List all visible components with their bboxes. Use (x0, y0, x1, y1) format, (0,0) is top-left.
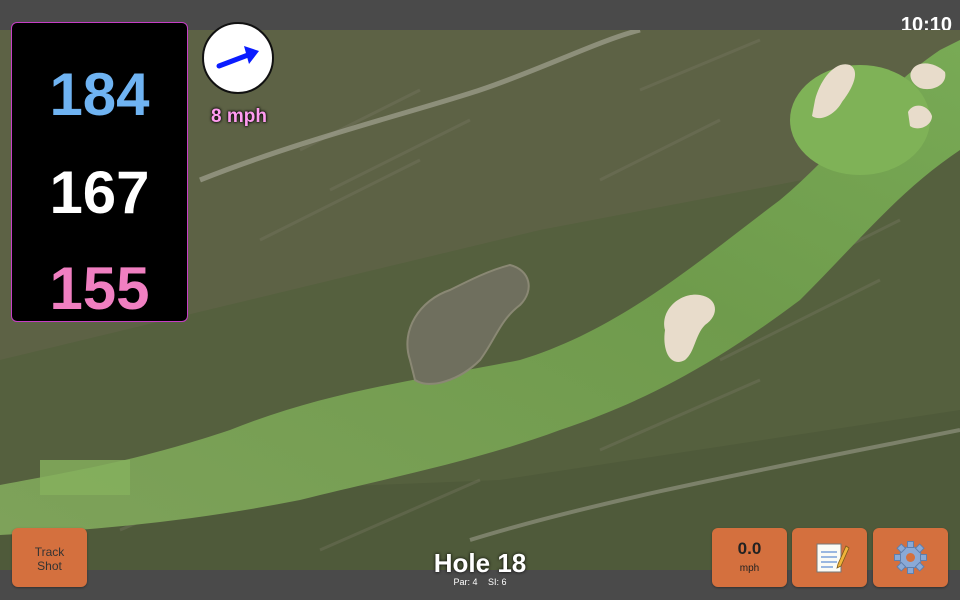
speed-value: 0.0 (737, 539, 762, 558)
hole-par: Par: 4 (453, 577, 478, 587)
hole-title: Hole 18 (433, 548, 527, 578)
gear-icon (894, 541, 927, 574)
back-of-green-distance: 184 (49, 61, 150, 128)
track-shot-label-line1: Track (34, 545, 65, 559)
track-shot-label-line2: Shot (37, 559, 62, 573)
front-of-green-distance: 155 (49, 255, 150, 322)
speed-button[interactable]: 0.0 mph (712, 528, 787, 587)
hole-info: Par: 4 SI: 6 (400, 577, 560, 587)
wind-indicator (202, 22, 274, 94)
middle-of-green-distance: 167 (49, 159, 150, 226)
hole-stroke-index: SI: 6 (488, 577, 507, 587)
wind-arrow-icon (216, 46, 259, 69)
track-shot-button[interactable]: Track Shot (12, 528, 87, 587)
notepad-icon (816, 543, 850, 573)
notes-button[interactable] (792, 528, 867, 587)
speed-unit: mph (739, 563, 760, 574)
distance-panel: 184 167 155 (11, 22, 188, 322)
settings-button[interactable] (873, 528, 948, 587)
wind-speed-label: 8 mph (211, 106, 267, 127)
